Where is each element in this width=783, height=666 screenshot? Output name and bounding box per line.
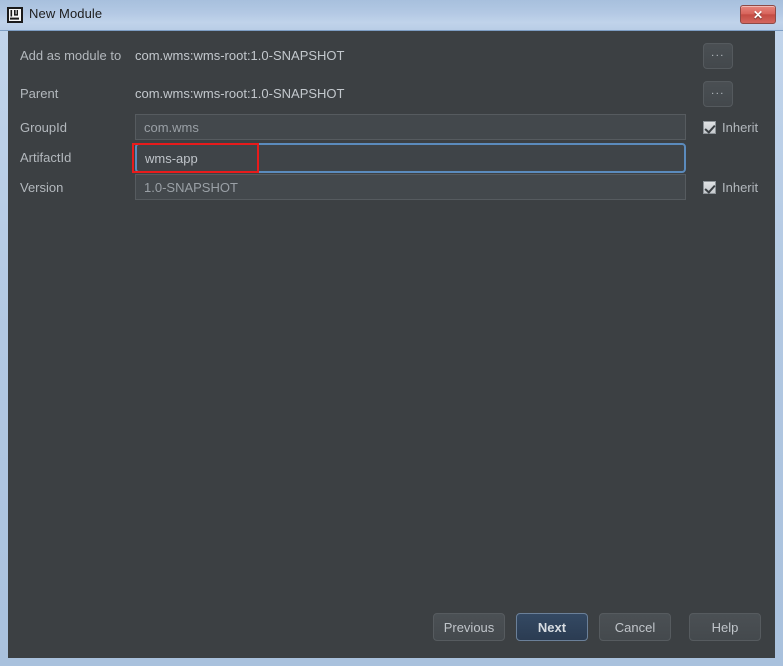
groupid-input-value: com.wms <box>144 119 199 135</box>
browse-button-parent[interactable]: ... <box>703 81 733 107</box>
cancel-button[interactable]: Cancel <box>599 613 671 641</box>
artifactid-input[interactable]: wms-app <box>135 143 686 173</box>
checkbox-checked-icon <box>703 121 716 134</box>
new-module-dialog: New Module ✕ Add as module to com.wms:wm… <box>0 0 783 666</box>
browse-button-add-as-module-to[interactable]: ... <box>703 43 733 69</box>
intellij-idea-icon <box>7 7 23 23</box>
groupid-input[interactable]: com.wms <box>135 114 686 140</box>
close-icon: ✕ <box>752 7 764 22</box>
browse-button-label: ... <box>711 85 725 97</box>
artifactid-input-value: wms-app <box>145 150 198 166</box>
previous-button-label: Previous <box>443 619 495 635</box>
help-button[interactable]: Help <box>689 613 761 641</box>
version-inherit-checkbox[interactable]: Inherit <box>703 180 758 195</box>
checkbox-checked-icon <box>703 181 716 194</box>
groupid-inherit-checkbox[interactable]: Inherit <box>703 120 758 135</box>
cancel-button-label: Cancel <box>614 619 656 635</box>
value-add-as-module-to: com.wms:wms-root:1.0-SNAPSHOT <box>135 48 345 63</box>
value-parent: com.wms:wms-root:1.0-SNAPSHOT <box>135 86 345 101</box>
next-button[interactable]: Next <box>516 613 588 641</box>
label-groupid: GroupId <box>20 120 67 135</box>
window-title: New Module <box>29 6 103 21</box>
title-bar[interactable]: New Module ✕ <box>0 0 783 31</box>
label-add-as-module-to: Add as module to <box>20 48 122 63</box>
version-input-value: 1.0-SNAPSHOT <box>144 179 238 195</box>
next-button-label: Next <box>537 619 567 635</box>
groupid-inherit-label: Inherit <box>722 120 759 135</box>
version-inherit-label: Inherit <box>722 180 759 195</box>
close-button[interactable]: ✕ <box>740 5 776 24</box>
dialog-content: Add as module to com.wms:wms-root:1.0-SN… <box>8 31 775 658</box>
label-artifactid: ArtifactId <box>20 150 72 165</box>
previous-button[interactable]: Previous <box>433 613 505 641</box>
help-button-label: Help <box>711 619 739 635</box>
browse-button-label: ... <box>711 47 725 59</box>
label-version: Version <box>20 180 64 195</box>
label-parent: Parent <box>20 86 59 101</box>
version-input[interactable]: 1.0-SNAPSHOT <box>135 174 686 200</box>
